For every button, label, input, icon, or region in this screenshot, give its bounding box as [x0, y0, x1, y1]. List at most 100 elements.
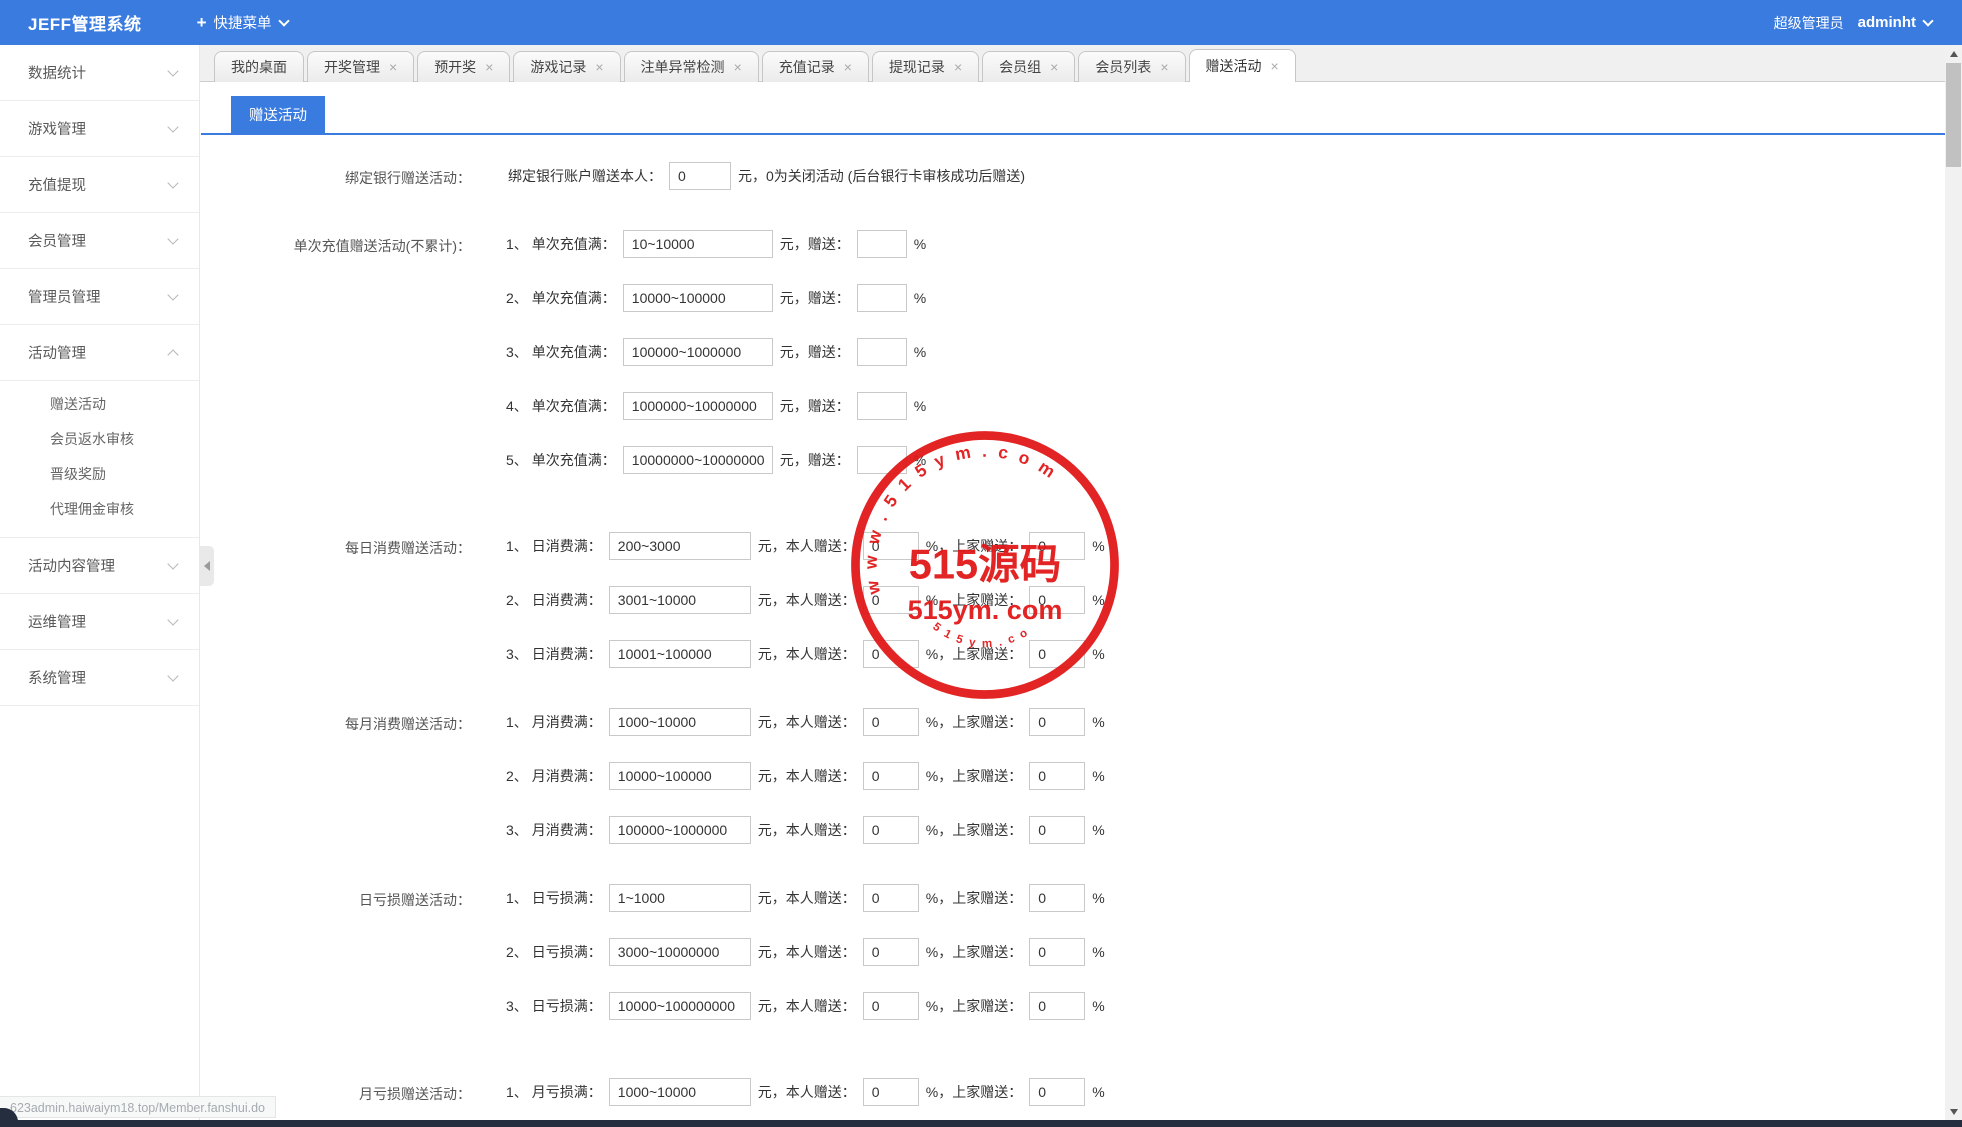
- parent-bonus-input[interactable]: [1029, 586, 1086, 614]
- recharge-range-input[interactable]: [622, 284, 773, 312]
- field-label: 月消费满：: [531, 714, 602, 730]
- recharge-bonus-input[interactable]: [856, 392, 907, 420]
- bank-bonus-input[interactable]: [669, 162, 731, 190]
- parent-bonus-input[interactable]: [1029, 532, 1086, 560]
- self-bonus-input[interactable]: [862, 762, 919, 790]
- sidebar-item-activity-mgmt[interactable]: 活动管理: [0, 325, 199, 381]
- sidebar-item-system-mgmt[interactable]: 系统管理: [0, 650, 199, 706]
- self-bonus-input[interactable]: [862, 586, 919, 614]
- tab-lottery-mgmt[interactable]: 开奖管理 ×: [307, 51, 415, 82]
- recharge-range-input[interactable]: [622, 230, 773, 258]
- recharge-range-input[interactable]: [622, 392, 773, 420]
- parent-bonus-input[interactable]: [1029, 938, 1086, 966]
- close-icon[interactable]: ×: [844, 60, 852, 74]
- self-bonus-input[interactable]: [862, 992, 919, 1020]
- section-bank-bind: 绑定银行赠送活动： 绑定银行账户赠送本人： 元，0为关闭活动 (后台银行卡审核成…: [201, 161, 1945, 215]
- field-label: %，上家赠送：: [925, 998, 1023, 1014]
- scrollbar-thumb[interactable]: [1946, 63, 1961, 167]
- consume-range-input[interactable]: [608, 532, 751, 560]
- close-icon[interactable]: ×: [954, 60, 962, 74]
- field-label: 元，本人赠送：: [757, 646, 856, 662]
- sidebar-subitem-rebate-audit[interactable]: 会员返水审核: [0, 422, 199, 457]
- close-icon[interactable]: ×: [1271, 59, 1279, 73]
- self-bonus-input[interactable]: [862, 1078, 919, 1106]
- app-title: JEFF管理系统: [28, 15, 142, 34]
- parent-bonus-input[interactable]: [1029, 884, 1086, 912]
- quick-menu-button[interactable]: + 快捷菜单: [197, 12, 290, 33]
- tab-game-records[interactable]: 游戏记录 ×: [513, 51, 621, 82]
- chevron-down-icon: [1922, 14, 1934, 27]
- consume-range-input[interactable]: [608, 708, 751, 736]
- self-bonus-input[interactable]: [862, 640, 919, 668]
- consume-range-input[interactable]: [608, 586, 751, 614]
- scroll-up-button[interactable]: [1945, 45, 1962, 62]
- sidebar-subitem-gift-activity[interactable]: 赠送活动: [0, 387, 199, 422]
- sidebar-collapse-handle[interactable]: [200, 546, 214, 586]
- parent-bonus-input[interactable]: [1029, 816, 1086, 844]
- close-icon[interactable]: ×: [595, 60, 603, 74]
- self-bonus-input[interactable]: [862, 938, 919, 966]
- sidebar-item-admin-mgmt[interactable]: 管理员管理: [0, 269, 199, 325]
- loss-range-input[interactable]: [608, 938, 751, 966]
- close-icon[interactable]: ×: [485, 60, 493, 74]
- recharge-range-input[interactable]: [622, 338, 773, 366]
- user-menu[interactable]: 超级管理员 adminht: [1774, 13, 1934, 33]
- field-label: %，上家赠送：: [925, 890, 1023, 906]
- close-icon[interactable]: ×: [389, 60, 397, 74]
- recharge-bonus-input[interactable]: [856, 230, 907, 258]
- parent-bonus-input[interactable]: [1029, 640, 1086, 668]
- sidebar-subitem-agent-commission-audit[interactable]: 代理佣金审核: [0, 492, 199, 527]
- recharge-range-input[interactable]: [622, 446, 773, 474]
- consume-range-input[interactable]: [608, 816, 751, 844]
- sidebar-item-ops-mgmt[interactable]: 运维管理: [0, 594, 199, 650]
- field-label: %，上家赠送：: [925, 592, 1023, 608]
- parent-bonus-input[interactable]: [1029, 1078, 1086, 1106]
- parent-bonus-input[interactable]: [1029, 708, 1086, 736]
- field-label: 元，赠送：: [779, 452, 850, 468]
- chevron-up-icon: [167, 348, 179, 361]
- field-label: 元，本人赠送：: [757, 998, 856, 1014]
- loss-range-input[interactable]: [608, 992, 751, 1020]
- loss-range-input[interactable]: [608, 884, 751, 912]
- close-icon[interactable]: ×: [734, 60, 742, 74]
- recharge-bonus-input[interactable]: [856, 446, 907, 474]
- sidebar-subitem-promotion-reward[interactable]: 晋级奖励: [0, 457, 199, 492]
- close-icon[interactable]: ×: [1050, 60, 1058, 74]
- sidebar-item-activity-content-mgmt[interactable]: 活动内容管理: [0, 538, 199, 594]
- consume-range-input[interactable]: [608, 640, 751, 668]
- tab-pre-lottery[interactable]: 预开奖 ×: [417, 51, 511, 82]
- field-label: 日亏损满：: [531, 890, 602, 906]
- parent-bonus-input[interactable]: [1029, 992, 1086, 1020]
- self-bonus-input[interactable]: [862, 816, 919, 844]
- recharge-bonus-input[interactable]: [856, 338, 907, 366]
- parent-bonus-input[interactable]: [1029, 762, 1086, 790]
- tab-gift-activity[interactable]: 赠送活动 ×: [1188, 49, 1296, 82]
- sidebar-item-game-mgmt[interactable]: 游戏管理: [0, 101, 199, 157]
- tab-label: 预开奖: [434, 59, 477, 75]
- percent-label: %: [913, 290, 927, 306]
- vertical-scrollbar[interactable]: [1945, 45, 1962, 1127]
- percent-label: %: [1092, 1084, 1105, 1100]
- consume-range-input[interactable]: [608, 762, 751, 790]
- close-icon[interactable]: ×: [1160, 60, 1168, 74]
- page-title-pill[interactable]: 赠送活动: [231, 96, 325, 133]
- loss-range-input[interactable]: [608, 1078, 751, 1106]
- section-daily-loss: 日亏损赠送活动： 1、日亏损满： 元，本人赠送： %，上家赠送： % 2、日亏损…: [201, 883, 1945, 1045]
- tab-withdraw-records[interactable]: 提现记录 ×: [871, 51, 980, 82]
- sidebar-item-member-mgmt[interactable]: 会员管理: [0, 213, 199, 269]
- tab-member-list[interactable]: 会员列表 ×: [1078, 51, 1186, 82]
- recharge-bonus-input[interactable]: [856, 284, 907, 312]
- tab-member-group[interactable]: 会员组 ×: [982, 51, 1076, 82]
- field-label: %，上家赠送：: [925, 944, 1023, 960]
- self-bonus-input[interactable]: [862, 708, 919, 736]
- tab-recharge-records[interactable]: 充值记录 ×: [761, 51, 869, 82]
- sidebar-item-data-stats[interactable]: 数据统计: [0, 45, 199, 101]
- tab-abnormal-bet-check[interactable]: 注单异常检测 ×: [623, 51, 759, 82]
- self-bonus-input[interactable]: [862, 884, 919, 912]
- self-bonus-input[interactable]: [862, 532, 919, 560]
- sidebar-item-recharge-withdraw[interactable]: 充值提现: [0, 157, 199, 213]
- field-label: 月亏损满：: [531, 1084, 602, 1100]
- scroll-down-button[interactable]: [1945, 1103, 1962, 1120]
- tab-my-desktop[interactable]: 我的桌面: [214, 51, 304, 82]
- field-label: 单次充值满：: [531, 398, 616, 414]
